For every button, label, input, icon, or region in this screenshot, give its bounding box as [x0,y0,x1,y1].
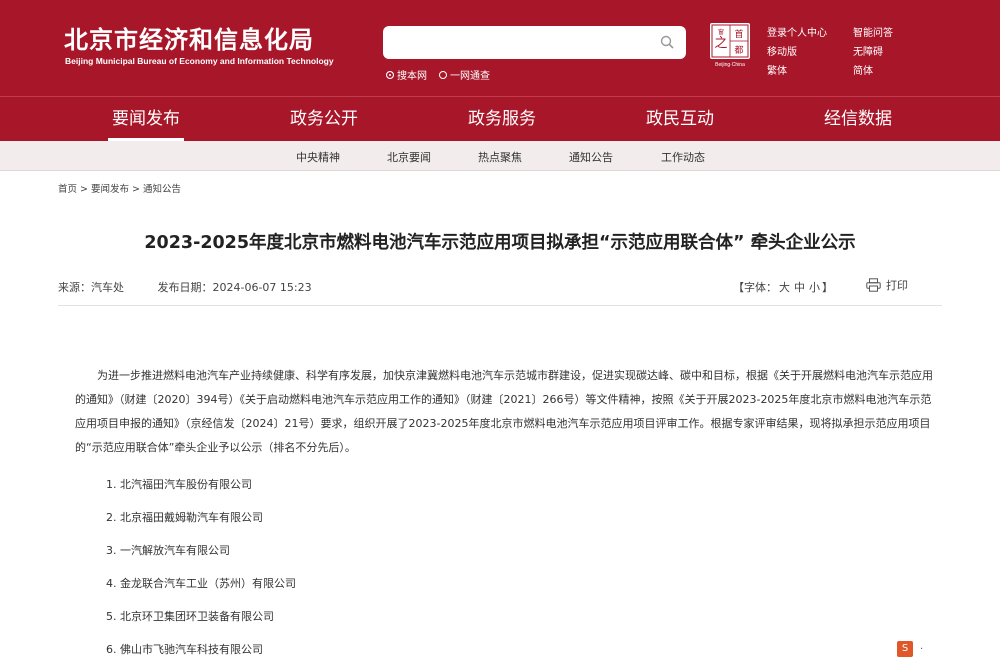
source-value: 汽车处 [91,281,124,294]
list-item: 6. 佛山市飞驰汽车科技有限公司 [106,643,263,656]
subnav-item-beijing-news[interactable]: 北京要闻 [387,149,431,165]
print-label: 打印 [886,279,908,292]
seal-char: 窗 [718,28,724,36]
sub-nav: 中央精神 北京要闻 热点聚焦 通知公告 工作动态 [0,141,1000,171]
accessibility-link[interactable]: 无障碍 [853,43,913,58]
site-logo-cn[interactable]: 北京市经济和信息化局 [64,20,314,55]
subnav-item-work-updates[interactable]: 工作动态 [661,149,705,165]
search-scope-all[interactable]: 一网通查 [439,67,490,82]
font-size-end: 】 [822,281,833,294]
list-item: 1. 北汽福田汽车股份有限公司 [106,478,252,491]
input-method-icon[interactable]: S [897,641,913,657]
mobile-version-link[interactable]: 移动版 [767,43,853,58]
subnav-item-central[interactable]: 中央精神 [296,149,340,165]
breadcrumb[interactable]: 首页 > 要闻发布 > 通知公告 [58,181,181,195]
font-size-label: 【字体： [733,281,777,294]
seal-caption: Beijing·China [715,62,745,68]
login-link[interactable]: 登录个人中心 [767,24,853,39]
list-item: 2. 北京福田戴姆勒汽车有限公司 [106,511,263,524]
article-paragraph: 为进一步推进燃料电池汽车产业持续健康、科学有序发展，加快京津冀燃料电池汽车示范城… [75,369,933,454]
list-item: 5. 北京环卫集团环卫装备有限公司 [106,610,274,623]
article-meta: 来源：汽车处 发布日期：2024-06-07 15:23 [58,279,320,295]
nav-item-data[interactable]: 经信数据 [769,97,947,141]
search-scope-options: 搜本网 一网通查 [386,67,490,82]
font-size-switcher: 【字体：大中小】 [733,279,833,295]
font-size-small-button[interactable]: 小 [809,281,820,294]
date-label: 发布日期： [157,281,213,294]
nav-item-gov-affairs[interactable]: 政务公开 [235,97,413,141]
main-nav: 要闻发布 政务公开 政务服务 政民互动 经信数据 [0,96,1000,141]
search-input[interactable] [383,26,686,59]
nav-item-news[interactable]: 要闻发布 [57,97,235,141]
simplified-chinese-link[interactable]: 简体 [853,62,913,77]
top-links: 登录个人中心 智能问答 移动版 无障碍 繁体 简体 [767,24,913,77]
seal-char: 都 [734,45,743,56]
capital-window-seal-icon[interactable]: 之 首 都 窗 Beijing·China [709,22,751,68]
seal-char: 首 [734,28,743,40]
font-size-medium-button[interactable]: 中 [794,281,805,294]
list-item: 4. 金龙联合汽车工业（苏州）有限公司 [106,577,296,590]
font-size-large-button[interactable]: 大 [779,281,790,294]
source-label: 来源： [58,281,91,294]
radio-icon [439,70,447,79]
seal-char: 之 [714,36,727,51]
radio-selected-icon [386,70,394,79]
nav-item-interaction[interactable]: 政民互动 [591,97,769,141]
search-icon[interactable] [660,35,674,49]
article-title: 2023-2025年度北京市燃料电池汽车示范应用项目拟承担“示范应用联合体” 牵… [144,233,856,253]
site-logo-en: Beijing Municipal Bureau of Economy and … [65,56,334,66]
nav-item-gov-services[interactable]: 政务服务 [413,97,591,141]
search-scope-site[interactable]: 搜本网 [386,67,427,82]
list-item: 3. 一汽解放汽车有限公司 [106,544,230,557]
smart-qa-link[interactable]: 智能问答 [853,24,913,39]
print-button[interactable]: 打印 [866,277,908,293]
divider [58,305,942,306]
subnav-item-notices[interactable]: 通知公告 [569,149,613,165]
widget-dots: · [920,644,924,655]
traditional-chinese-link[interactable]: 繁体 [767,62,853,77]
date-value: 2024-06-07 15:23 [212,281,312,294]
subnav-item-hot-topics[interactable]: 热点聚焦 [478,149,522,165]
printer-icon [866,278,881,292]
